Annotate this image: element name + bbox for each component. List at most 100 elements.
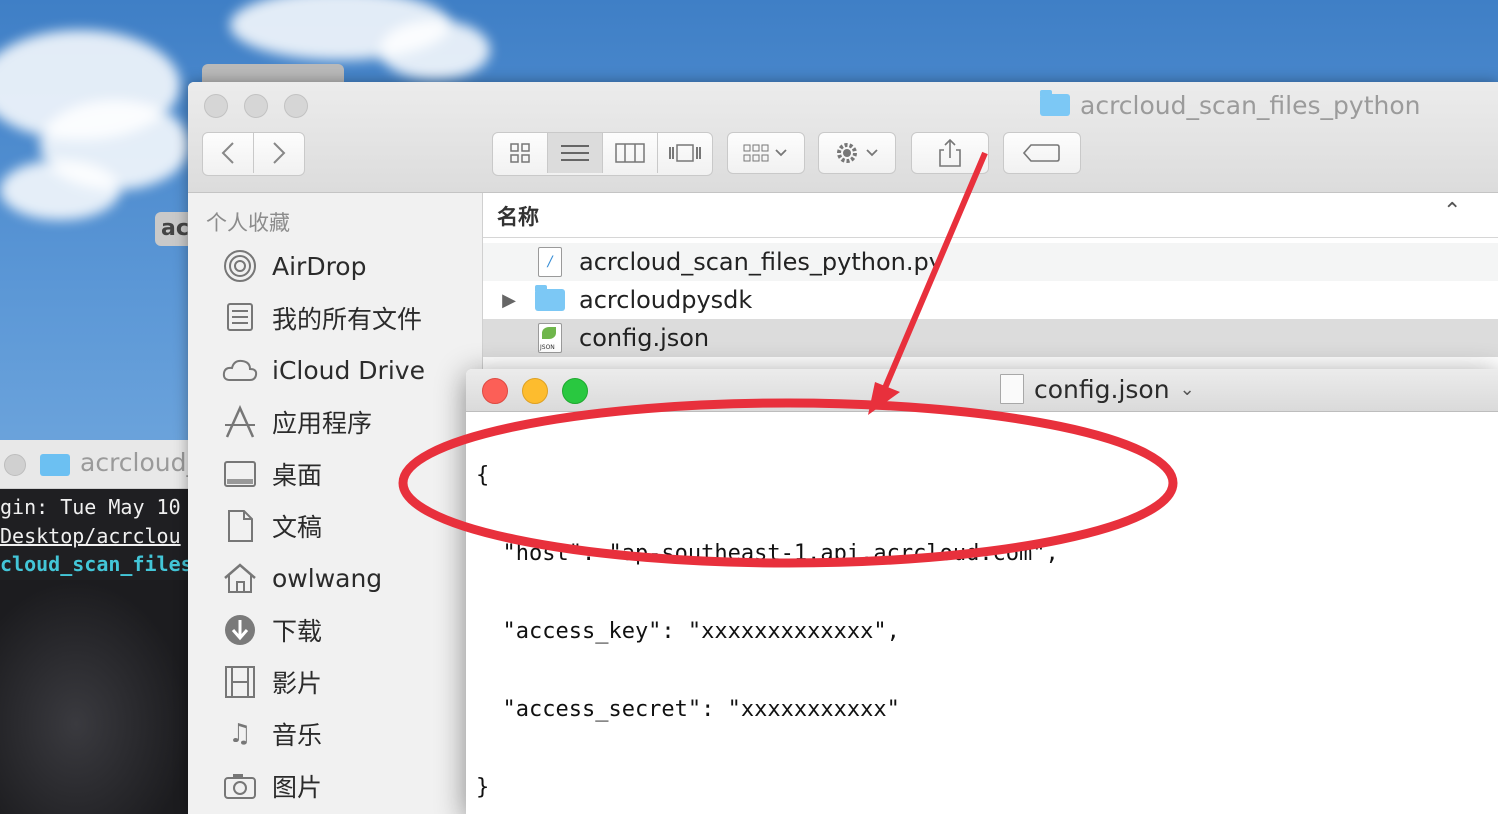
cloud [0, 160, 120, 220]
action-button[interactable] [818, 132, 896, 174]
sidebar-item-label: 图片 [272, 773, 323, 802]
icon-view-icon [510, 143, 530, 163]
view-mode-control [492, 132, 713, 176]
column-view-button[interactable] [603, 133, 658, 173]
tags-button[interactable] [1003, 132, 1081, 174]
icon-view-button[interactable] [493, 133, 548, 173]
window-title-text: acrcloud_scan_files_python [1080, 90, 1421, 120]
terminal-line: cloud_scan_files_ [0, 552, 190, 576]
finder-toolbar: acrcloud_scan_files_python [188, 82, 1498, 193]
terminal-background [0, 580, 190, 814]
sidebar-item-label: AirDrop [272, 251, 367, 281]
editor-title-text: config.json [1034, 374, 1170, 404]
sidebar-item-pictures[interactable]: 图片 [222, 766, 322, 806]
movies-icon [222, 664, 258, 700]
share-icon [939, 138, 961, 167]
code-line: "host": "ap-southeast-1.api.acrcloud.com… [476, 541, 1059, 566]
home-icon [222, 560, 258, 596]
desktop-icon [222, 456, 258, 492]
code-line: "access_key": "xxxxxxxxxxxxx", [476, 619, 900, 644]
editor-titlebar[interactable]: config.json ⌄ [466, 369, 1498, 412]
arrange-icon [743, 144, 787, 162]
file-row[interactable]: ▶ acrcloudpysdk [483, 281, 1498, 319]
all-files-icon [222, 300, 258, 336]
sidebar-item-applications[interactable]: 应用程序 [222, 402, 372, 442]
window-title: acrcloud_scan_files_python [1040, 90, 1420, 120]
folder-icon [535, 285, 565, 311]
terminal-window[interactable]: acrcloud_ gin: Tue May 10 Desktop/acrclo… [0, 440, 190, 814]
sidebar-item-label: 影片 [272, 669, 323, 698]
cloud [380, 20, 490, 80]
list-view-button[interactable] [548, 133, 603, 173]
sidebar-item-movies[interactable]: 影片 [222, 662, 322, 702]
cover-flow-icon [669, 144, 701, 162]
pictures-icon [222, 768, 258, 804]
file-name: acrcloud_scan_files_python.py [579, 248, 943, 276]
arrange-button[interactable] [727, 132, 805, 174]
terminal-titlebar[interactable]: acrcloud_ [0, 440, 190, 489]
documents-icon [222, 508, 258, 544]
minimize-button[interactable] [244, 94, 268, 118]
minimize-button[interactable] [522, 378, 548, 404]
document-icon [1000, 374, 1024, 404]
column-view-icon [615, 143, 645, 163]
music-icon: ♫ [228, 719, 252, 749]
chevron-left-icon [221, 142, 234, 164]
terminal-line: Desktop/acrclou [0, 524, 181, 548]
terminal-close-button[interactable] [4, 454, 26, 476]
sidebar-item-documents[interactable]: 文稿 [222, 506, 322, 546]
folder-icon [1040, 90, 1070, 116]
sidebar-item-label: 音乐 [272, 721, 323, 750]
airdrop-icon [222, 248, 258, 284]
file-name: config.json [579, 324, 710, 352]
python-file-icon: / [538, 247, 562, 277]
sidebar-item-home[interactable]: owlwang [222, 558, 382, 598]
sidebar-item-airdrop[interactable]: AirDrop [222, 246, 366, 286]
file-row[interactable]: / acrcloud_scan_files_python.py [483, 243, 1498, 281]
share-button[interactable] [911, 132, 989, 174]
code-line: "access_secret": "xxxxxxxxxxx" [476, 697, 900, 722]
folder-icon [40, 454, 70, 476]
sidebar-item-downloads[interactable]: 下载 [222, 610, 322, 650]
sidebar-item-icloud-drive[interactable]: iCloud Drive [222, 350, 425, 390]
chevron-down-icon[interactable]: ⌄ [1180, 379, 1195, 400]
finder-sidebar: 个人收藏 AirDrop 我的所有文件 iCloud Drive 应用程序 桌面… [188, 193, 483, 814]
chevron-up-icon[interactable]: ⌃ [1443, 199, 1461, 224]
cloud-icon [222, 352, 258, 388]
sidebar-item-desktop[interactable]: 桌面 [222, 454, 322, 494]
json-file-icon: JSON [538, 323, 562, 353]
file-name: acrcloudpysdk [579, 286, 753, 314]
sidebar-item-label: owlwang [272, 563, 383, 593]
zoom-button[interactable] [284, 94, 308, 118]
gear-icon [837, 143, 878, 163]
code-line: } [476, 775, 490, 800]
editor-content[interactable]: { "host": "ap-southeast-1.api.acrcloud.c… [476, 411, 1059, 814]
back-button[interactable] [203, 133, 254, 173]
close-button[interactable] [482, 378, 508, 404]
applications-icon [222, 404, 258, 440]
terminal-title: acrcloud_ [80, 448, 190, 477]
close-button[interactable] [204, 94, 228, 118]
sidebar-item-label: 应用程序 [272, 409, 373, 438]
sidebar-header: 个人收藏 [206, 211, 290, 235]
sidebar-item-all-files[interactable]: 我的所有文件 [222, 298, 422, 338]
file-row-selected[interactable]: JSON config.json [483, 319, 1498, 357]
disclosure-triangle-icon[interactable]: ▶ [483, 290, 535, 311]
sidebar-item-label: 桌面 [272, 461, 323, 490]
download-icon [222, 612, 258, 648]
chevron-right-icon [273, 142, 286, 164]
forward-button[interactable] [254, 133, 304, 173]
column-header-name[interactable]: 名称 [497, 201, 539, 231]
code-line: { [476, 463, 490, 488]
zoom-button[interactable] [562, 378, 588, 404]
editor-title[interactable]: config.json ⌄ [1000, 374, 1195, 404]
sidebar-item-label: 下载 [272, 617, 323, 646]
column-header[interactable]: 名称 ⌃ [483, 193, 1498, 238]
sidebar-item-label: 我的所有文件 [272, 305, 423, 334]
tag-icon [1023, 144, 1060, 162]
text-editor-window[interactable]: config.json ⌄ { "host": "ap-southeast-1.… [466, 369, 1498, 814]
cover-flow-button[interactable] [658, 133, 712, 173]
sidebar-item-music[interactable]: ♫ 音乐 [222, 714, 322, 754]
list-view-icon [561, 145, 589, 161]
terminal-line: gin: Tue May 10 [0, 495, 181, 519]
